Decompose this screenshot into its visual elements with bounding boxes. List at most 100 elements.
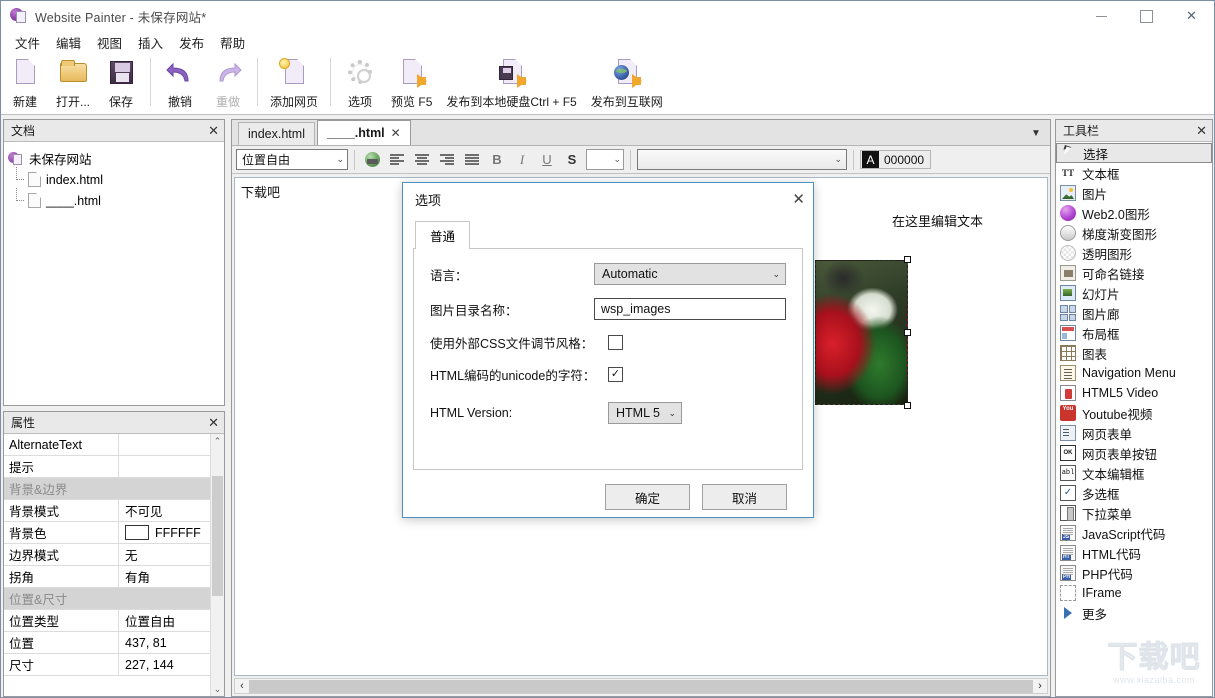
tool-item-dropdown[interactable]: 下拉菜单 [1056,503,1212,523]
align-justify-button[interactable] [461,149,483,170]
tool-item-image[interactable]: 图片 [1056,183,1212,203]
tool-item-navigation-menu[interactable]: Navigation Menu [1056,363,1212,383]
tool-item-html-code[interactable]: HT HTML代码 [1056,543,1212,563]
property-row-alternatetext[interactable]: AlternateText [4,434,210,456]
menu-item-file[interactable]: 文件 [7,31,48,54]
tool-item-transparent-shape[interactable]: 透明图形 [1056,243,1212,263]
toolbar-button-publish-web[interactable]: 发布到互联网 [584,56,670,110]
toolbar-button-add-page[interactable]: 添加网页 [263,56,325,110]
external-css-checkbox[interactable] [608,335,623,350]
menu-item-edit[interactable]: 编辑 [48,31,89,54]
bold-button[interactable]: B [486,149,508,170]
tool-item-web-form[interactable]: 网页表单 [1056,423,1212,443]
dialog-close-icon[interactable]: ✕ [792,190,805,208]
scroll-up-icon[interactable]: ⌃ [211,434,224,448]
menu-item-help[interactable]: 帮助 [212,31,253,54]
toolbar-button-options[interactable]: 选项 [336,56,384,110]
editor-tab-underscore-html[interactable]: ____.html ✕ [317,120,411,145]
scroll-right-icon[interactable]: › [1033,680,1047,692]
scroll-left-icon[interactable]: ‹ [235,680,249,692]
html-version-select[interactable]: HTML 5 ⌄ [608,402,682,424]
tree-item-underscore-html[interactable]: ____.html [8,190,220,211]
resize-handle-middle[interactable] [904,329,911,336]
tool-item-table[interactable]: 图表 [1056,343,1212,363]
language-select[interactable]: Automatic ⌄ [594,263,786,285]
editor-tab-index-html[interactable]: index.html [238,122,315,145]
tool-item-youtube[interactable]: You Youtube视频 [1056,403,1212,423]
close-button[interactable]: ✕ [1169,1,1214,31]
tool-item-gradient-shape[interactable]: 梯度渐变图形 [1056,223,1212,243]
canvas-image-object[interactable] [815,260,908,405]
tool-item-select[interactable]: 选择 [1056,143,1212,163]
scroll-down-icon[interactable]: ⌄ [211,682,224,696]
tool-item-anchor-link[interactable]: 可命名链接 [1056,263,1212,283]
tool-item-javascript-code[interactable]: JS JavaScript代码 [1056,523,1212,543]
align-left-button[interactable] [386,149,408,170]
menu-item-view[interactable]: 视图 [89,31,130,54]
toolbar-button-new[interactable]: 新建 [1,56,49,110]
toolbox-panel-close-icon[interactable]: ✕ [1196,124,1207,137]
canvas-text-right[interactable]: 在这里编辑文本 [892,211,983,230]
font-family-select[interactable]: ⌄ [637,149,847,170]
tree-item-label: ____.html [46,194,101,208]
canvas-text-left[interactable]: 下载吧 [241,182,280,201]
tool-item-more[interactable]: 更多 [1056,603,1212,623]
menu-item-publish[interactable]: 发布 [171,31,212,54]
align-center-button[interactable] [411,149,433,170]
toolbar-button-publish-local[interactable]: 发布到本地硬盘Ctrl + F5 [439,56,583,110]
tool-item-text-input[interactable]: abl 文本编辑框 [1056,463,1212,483]
tool-item-iframe[interactable]: IFrame [1056,583,1212,603]
align-right-button[interactable] [436,149,458,170]
property-row-background-mode[interactable]: 背景模式 不可见 [4,500,210,522]
italic-button[interactable]: I [511,149,533,170]
position-mode-select[interactable]: 位置自由 ⌄ [236,149,348,170]
chevron-down-icon[interactable]: ▼ [1026,123,1046,143]
unicode-encode-checkbox[interactable]: ✓ [608,367,623,382]
properties-panel-close-icon[interactable]: ✕ [208,416,219,429]
maximize-button[interactable] [1124,1,1169,31]
tree-item-index-html[interactable]: index.html [8,169,220,190]
tool-item-html5-video[interactable]: HTML5 Video [1056,383,1212,403]
property-row-background-color[interactable]: 背景色 FFFFFF [4,522,210,544]
toolbar-button-undo[interactable]: 撤销 [156,56,204,110]
image-dir-input[interactable]: wsp_images [594,298,786,320]
property-row-corner[interactable]: 拐角 有角 [4,566,210,588]
property-row-tooltip[interactable]: 提示 [4,456,210,478]
toolbar-button-redo[interactable]: 重做 [204,56,252,110]
minimize-button[interactable] [1079,1,1124,31]
tool-item-web20-shape[interactable]: Web2.0图形 [1056,203,1212,223]
documents-panel-close-icon[interactable]: ✕ [208,124,219,137]
toolbar-button-open[interactable]: 打开... [49,56,97,110]
ok-button[interactable]: 确定 [605,484,690,510]
strikethrough-button[interactable]: S [561,149,583,170]
font-size-select[interactable]: ⌄ [586,149,624,170]
tool-item-slideshow[interactable]: 幻灯片 [1056,283,1212,303]
underline-button[interactable]: U [536,149,558,170]
canvas-horizontal-scrollbar[interactable]: ‹ › [234,678,1048,694]
toolbar-button-save[interactable]: 保存 [97,56,145,110]
insert-link-button[interactable] [361,149,383,170]
toolbar-button-preview[interactable]: 预览 F5 [384,56,439,110]
property-row-position-type[interactable]: 位置类型 位置自由 [4,610,210,632]
dialog-tab-general[interactable]: 普通 [415,221,470,249]
cancel-button[interactable]: 取消 [702,484,787,510]
tool-item-form-button[interactable]: OK 网页表单按钮 [1056,443,1212,463]
scrollbar-thumb[interactable] [212,476,223,596]
scrollbar-thumb[interactable] [249,680,1033,693]
tool-item-layout-box[interactable]: 布局框 [1056,323,1212,343]
resize-handle-bottom[interactable] [904,402,911,409]
properties-scrollbar[interactable]: ⌃ ⌄ [210,434,224,696]
tool-item-php-code[interactable]: PH PHP代码 [1056,563,1212,583]
tree-item-site-root[interactable]: 未保存网站 [8,148,220,169]
property-row-border-mode[interactable]: 边界模式 无 [4,544,210,566]
text-color-picker[interactable]: A 000000 [860,150,931,169]
resize-handle-top[interactable] [904,256,911,263]
tool-item-gallery[interactable]: 图片廊 [1056,303,1212,323]
tool-item-textbox[interactable]: TT 文本框 [1056,163,1212,183]
menu-item-insert[interactable]: 插入 [130,31,171,54]
tool-item-checkbox[interactable]: ✓ 多选框 [1056,483,1212,503]
tab-close-icon[interactable]: ✕ [391,126,401,140]
color-swatch[interactable] [125,525,149,540]
property-row-size[interactable]: 尺寸 227, 144 [4,654,210,676]
property-row-position[interactable]: 位置 437, 81 [4,632,210,654]
